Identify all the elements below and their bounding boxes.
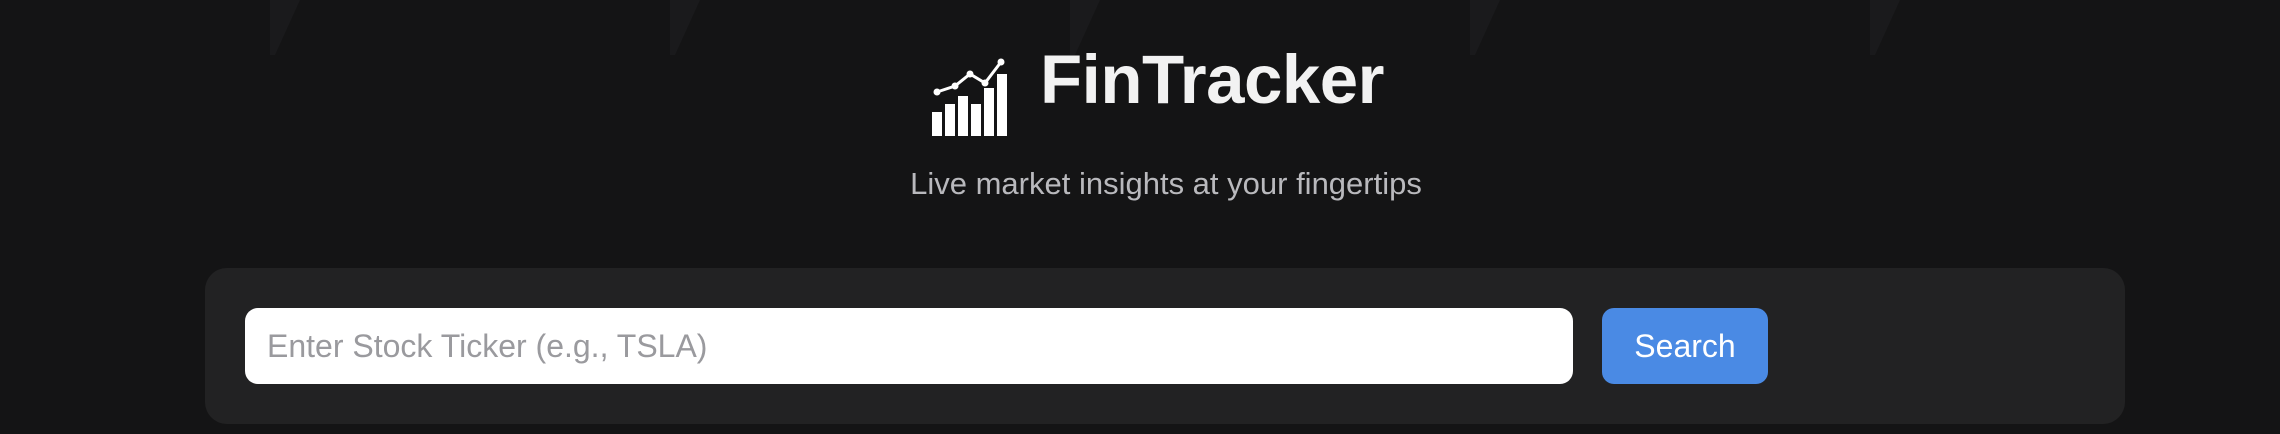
header: FinTracker Live market insights at your … <box>0 0 2280 230</box>
app-title: FinTracker <box>1040 40 1385 118</box>
ticker-search-input[interactable] <box>245 308 1573 384</box>
brand: FinTracker <box>930 30 1385 140</box>
search-panel: Search <box>205 268 2125 424</box>
tagline: Live market insights at your fingertips <box>910 166 1422 201</box>
chart-growth-icon <box>930 56 1012 138</box>
search-button[interactable]: Search <box>1602 308 1768 384</box>
